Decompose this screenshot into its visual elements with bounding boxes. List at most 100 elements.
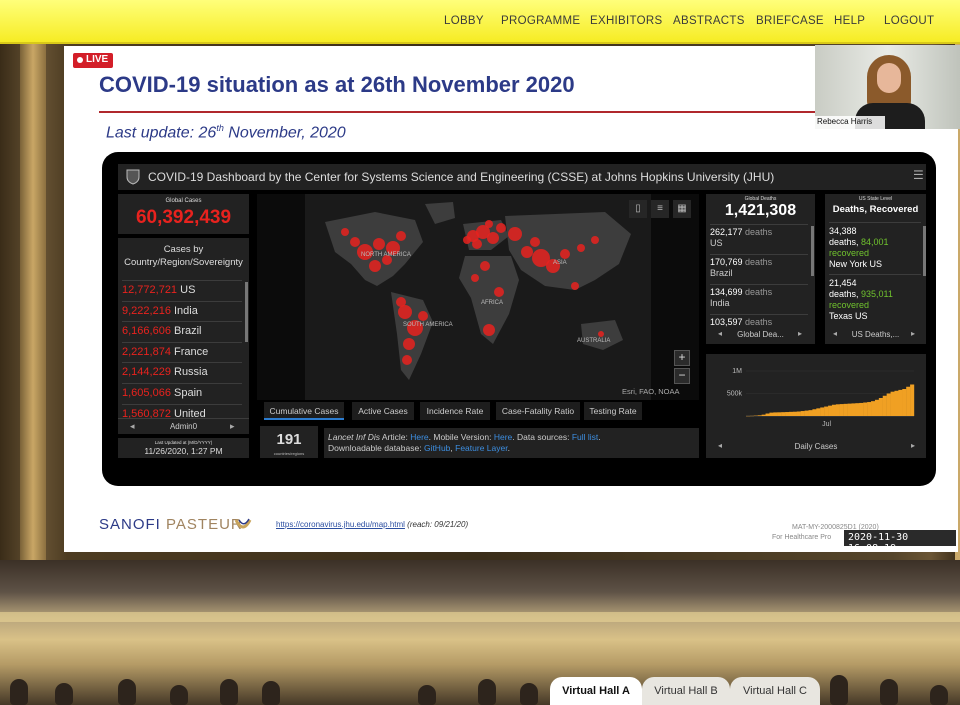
daily-cases-bar — [910, 384, 915, 416]
daily-cases-bar — [831, 404, 837, 416]
nav-programme[interactable]: PROGRAMME — [501, 15, 580, 27]
state-place: New York US — [829, 259, 883, 269]
next-arrow-icon[interactable]: ▸ — [911, 441, 915, 450]
next-arrow-icon[interactable]: ▸ — [798, 329, 802, 338]
map-label-africa: AFRICA — [481, 300, 503, 306]
logo-text-pasteur: PASTEUR — [166, 516, 243, 533]
feature-layer-link[interactable]: Feature Layer — [455, 443, 507, 453]
tab-active-cases[interactable]: Active Cases — [352, 402, 414, 420]
country-name: Russia — [174, 366, 208, 379]
previous-arrow-icon[interactable]: ◂ — [718, 441, 722, 450]
audience-head — [170, 685, 188, 705]
info-text: Lancet Inf Dis Article: Here. Mobile Ver… — [328, 432, 622, 454]
previous-arrow-icon[interactable]: ◂ — [718, 329, 722, 338]
daily-cases-chart: 1M 500k Jul — [727, 368, 915, 428]
us-state-row[interactable]: 34,388 deaths, 84,001 recovered New York U… — [829, 222, 921, 270]
global-deaths-panel: Global Deaths 1,421,308 262,177 deaths US… — [706, 194, 815, 344]
country-cases: 12,772,721 — [122, 284, 178, 296]
source-reference: https://coronavirus.jhu.edu/map.html (re… — [276, 520, 468, 529]
sanofi-pasteur-logo: SANOFI PASTEUR — [99, 516, 243, 533]
next-arrow-icon[interactable]: ▸ — [230, 421, 235, 432]
nav-lobby[interactable]: LOBBY — [444, 15, 484, 27]
source-url-link[interactable]: https://coronavirus.jhu.edu/map.html — [276, 520, 405, 529]
bookmark-icon[interactable]: ▯ — [629, 200, 647, 218]
info-panel: Lancet Inf Dis Article: Here. Mobile Ver… — [324, 428, 699, 458]
world-map[interactable]: NORTH AMERICA ASIA AFRICA SOUTH AMERICA … — [305, 194, 651, 400]
tab-incidence-rate[interactable]: Incidence Rate — [420, 402, 490, 420]
update-superscript: th — [216, 123, 224, 133]
jhu-shield-icon — [126, 169, 140, 185]
death-row[interactable]: 170,769 deaths Brazil — [710, 254, 808, 284]
article-journal: Lancet Inf Dis — [328, 432, 380, 442]
us-state-row[interactable]: 21,454 deaths, 935,011 recovered Texas US — [829, 274, 921, 322]
daily-cases-bar — [796, 411, 801, 416]
daily-cases-bar — [773, 412, 778, 416]
daily-cases-bar — [828, 405, 833, 416]
map-layer-tabs: Cumulative Cases Active Cases Incidence … — [264, 402, 704, 420]
zoom-in-button[interactable]: + — [674, 350, 690, 366]
country-row[interactable]: 1,605,066 Spain — [122, 382, 242, 404]
daily-cases-bar — [777, 412, 782, 416]
cases-by-country-header: Cases by Country/Region/Sovereignty — [124, 244, 243, 268]
tab-testing-rate[interactable]: Testing Rate — [584, 402, 642, 420]
daily-cases-bar — [800, 411, 805, 416]
country-row[interactable]: 6,166,606 Brazil — [122, 321, 242, 342]
data-sources-link[interactable]: Full list — [572, 432, 598, 442]
daily-cases-bar — [835, 404, 840, 416]
deaths-scrollbar[interactable] — [811, 226, 814, 276]
daily-cases-bar — [812, 409, 817, 416]
article-link[interactable]: Here — [410, 432, 428, 442]
daily-cases-bar — [820, 407, 825, 416]
country-list-scrollbar[interactable] — [245, 282, 248, 342]
death-row[interactable]: 262,177 deaths US — [710, 224, 808, 254]
nav-help[interactable]: HELP — [834, 15, 865, 27]
tab-case-fatality-ratio[interactable]: Case-Fatality Ratio — [496, 402, 580, 420]
previous-arrow-icon[interactable]: ◂ — [130, 421, 135, 432]
daily-cases-bar — [867, 402, 872, 416]
daily-cases-bar — [769, 412, 774, 416]
global-cases-label: Global Cases — [165, 198, 202, 204]
nav-logout[interactable]: LOGOUT — [884, 15, 934, 27]
daily-cases-bar — [898, 389, 903, 416]
daily-cases-bar — [816, 408, 821, 416]
nav-briefcase[interactable]: BRIEFCASE — [756, 15, 824, 27]
github-link[interactable]: GitHub — [424, 443, 450, 453]
daily-cases-bar — [894, 390, 899, 416]
audience-head — [520, 683, 538, 705]
wall-light-strip-left — [20, 44, 46, 584]
audience-head — [830, 675, 848, 705]
list-icon[interactable]: ≡ — [651, 200, 669, 218]
menu-icon[interactable]: ☰ — [913, 168, 924, 182]
cases-panel-footer: ◂ Admin0 ▸ — [118, 418, 249, 434]
daily-cases-bar — [792, 411, 797, 416]
country-row[interactable]: 12,772,721 US — [122, 280, 242, 301]
admin-level-label: Admin0 — [169, 422, 198, 431]
qr-code-icon[interactable]: ▦ — [673, 200, 691, 218]
country-row[interactable]: 2,221,874 France — [122, 341, 242, 363]
regions-count-panel: 191 countries/regions — [260, 426, 318, 458]
map-attribution: Esri, FAO, NOAA — [622, 387, 680, 396]
death-place: Brazil — [710, 268, 733, 278]
zoom-out-button[interactable]: − — [674, 368, 690, 384]
tab-virtual-hall-c[interactable]: Virtual Hall C — [730, 677, 820, 705]
nav-exhibitors[interactable]: EXHIBITORS — [590, 15, 662, 27]
us-states-scrollbar[interactable] — [923, 226, 926, 276]
map-label-south-america: SOUTH AMERICA — [403, 322, 453, 328]
country-row[interactable]: 2,144,229 Russia — [122, 362, 242, 383]
presenter-face — [877, 63, 901, 93]
death-count: 170,769 — [710, 257, 743, 267]
state-recovered: 935,011 — [861, 289, 893, 299]
mobile-version-link[interactable]: Here — [494, 432, 512, 442]
audience-head — [220, 679, 238, 705]
previous-arrow-icon[interactable]: ◂ — [833, 329, 837, 338]
world-map-panel[interactable]: NORTH AMERICA ASIA AFRICA SOUTH AMERICA … — [257, 194, 699, 400]
next-arrow-icon[interactable]: ▸ — [911, 329, 915, 338]
country-cases: 2,144,229 — [122, 366, 171, 379]
tab-virtual-hall-a[interactable]: Virtual Hall A — [550, 677, 642, 705]
country-row[interactable]: 9,222,216 India — [122, 300, 242, 322]
us-state-level-label: US State Level — [858, 196, 893, 202]
tab-cumulative-cases[interactable]: Cumulative Cases — [264, 402, 344, 420]
nav-abstracts[interactable]: ABSTRACTS — [673, 15, 745, 27]
death-row[interactable]: 134,699 deaths India — [710, 284, 808, 314]
tab-virtual-hall-b[interactable]: Virtual Hall B — [642, 677, 730, 705]
